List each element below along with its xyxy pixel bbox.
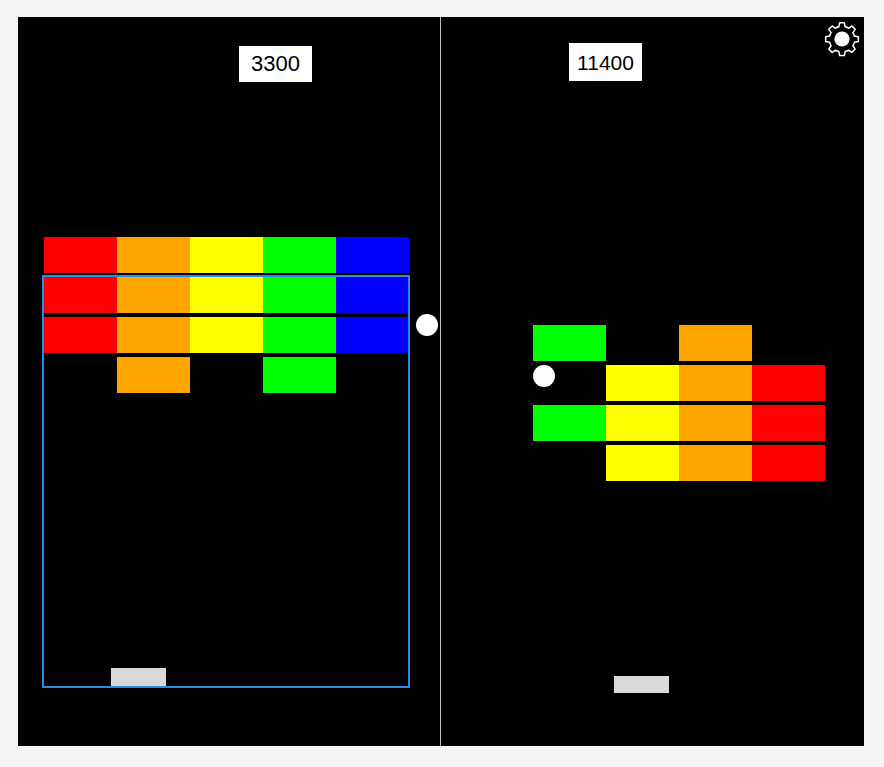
brick — [44, 317, 117, 353]
brick — [44, 277, 117, 313]
brick — [117, 237, 190, 273]
brick — [752, 365, 825, 401]
brick — [190, 277, 263, 313]
brick-wall — [533, 325, 825, 481]
brick — [606, 445, 679, 481]
brick — [263, 237, 336, 273]
brick — [679, 325, 752, 361]
brick — [190, 237, 263, 273]
empty-cell — [190, 357, 263, 393]
brick — [336, 277, 409, 313]
brick — [336, 317, 409, 353]
brick — [606, 365, 679, 401]
ball — [416, 314, 438, 336]
brick — [533, 325, 606, 361]
brick — [336, 237, 409, 273]
brick — [752, 445, 825, 481]
score: 11400 — [569, 43, 642, 81]
empty-cell — [533, 445, 606, 481]
brick — [190, 317, 263, 353]
empty-cell — [606, 325, 679, 361]
brick-wall — [44, 237, 409, 393]
brick — [117, 317, 190, 353]
brick — [679, 405, 752, 441]
empty-cell — [44, 357, 117, 393]
brick — [117, 277, 190, 313]
brick — [117, 357, 190, 393]
score: 3300 — [239, 46, 312, 82]
game-board[interactable]: 3300 — [18, 17, 441, 746]
game-board[interactable]: 11400 — [441, 17, 864, 746]
brick — [679, 365, 752, 401]
paddle[interactable] — [614, 676, 669, 693]
brick — [263, 317, 336, 353]
paddle[interactable] — [111, 668, 166, 686]
game-stage: 3300 11400 — [18, 17, 864, 746]
brick — [606, 405, 679, 441]
brick — [752, 405, 825, 441]
brick — [44, 237, 117, 273]
brick — [263, 277, 336, 313]
empty-cell — [336, 357, 409, 393]
brick — [679, 445, 752, 481]
brick — [533, 405, 606, 441]
gear-icon[interactable] — [823, 20, 861, 58]
ball — [533, 365, 555, 387]
empty-cell — [752, 325, 825, 361]
brick — [263, 357, 336, 393]
